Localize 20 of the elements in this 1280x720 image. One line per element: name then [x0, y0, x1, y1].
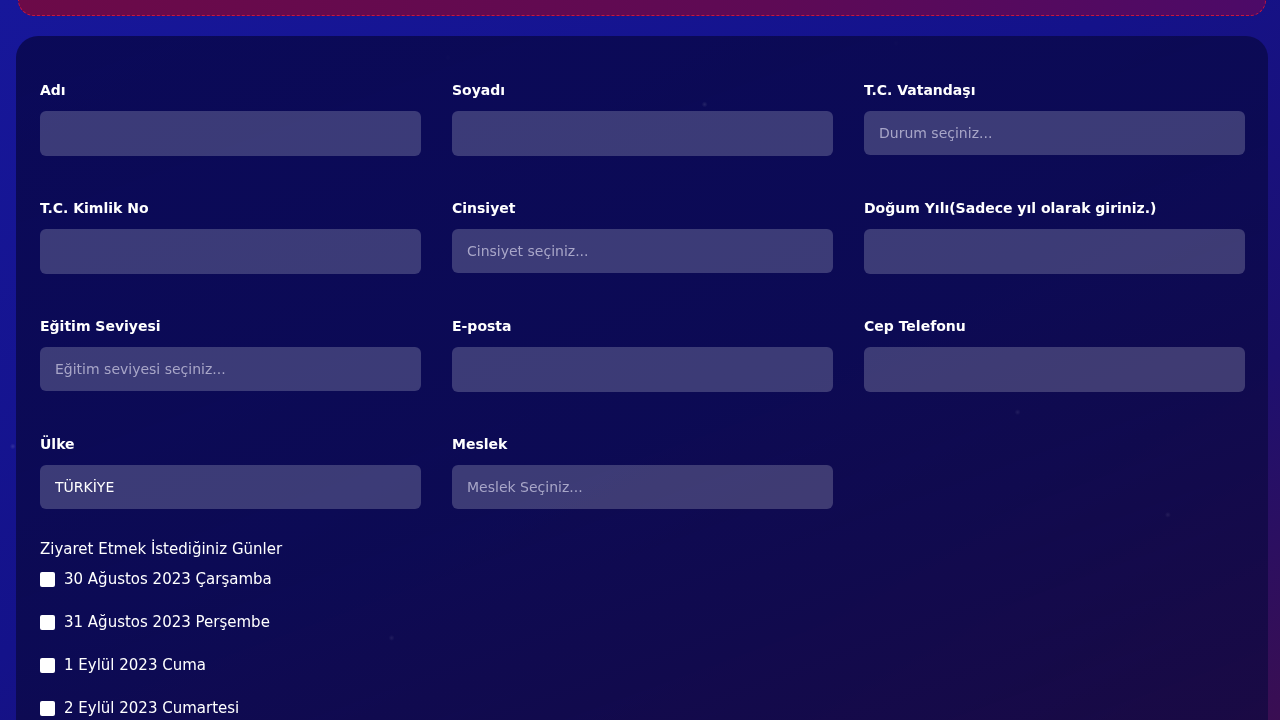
field-label: Adı	[40, 81, 66, 100]
field-label: Ülke	[40, 434, 75, 454]
checkbox[interactable]	[40, 614, 55, 630]
checkbox-label: 1 Eylül 2023 Cuma	[64, 655, 206, 675]
field-label: Cinsiyet	[452, 199, 516, 218]
field-label: Eğitim Seviyesi	[40, 317, 161, 336]
checkbox[interactable]	[40, 657, 55, 673]
field-label: E-posta	[452, 317, 512, 336]
checkbox-label: 31 Ağustos 2023 Perşembe	[64, 612, 270, 632]
field-label: Meslek	[452, 435, 508, 454]
checkbox[interactable]	[40, 571, 55, 587]
field-label: Cep Telefonu	[864, 317, 966, 336]
checkbox-label: 2 Eylül 2023 Cumartesi	[64, 698, 240, 718]
checkbox[interactable]	[40, 700, 55, 716]
checkbox-label: 30 Ağustos 2023 Çarşamba	[64, 569, 272, 589]
field-label: T.C. Kimlik No	[40, 199, 149, 218]
field-label: Soyadı	[452, 81, 506, 100]
field-label: T.C. Vatandaşı	[864, 81, 976, 100]
field-label: Doğum Yılı(Sadece yıl olarak giriniz.)	[864, 199, 1157, 218]
group-label: Ziyaret Etmek İstediğiniz Günler	[40, 539, 283, 559]
